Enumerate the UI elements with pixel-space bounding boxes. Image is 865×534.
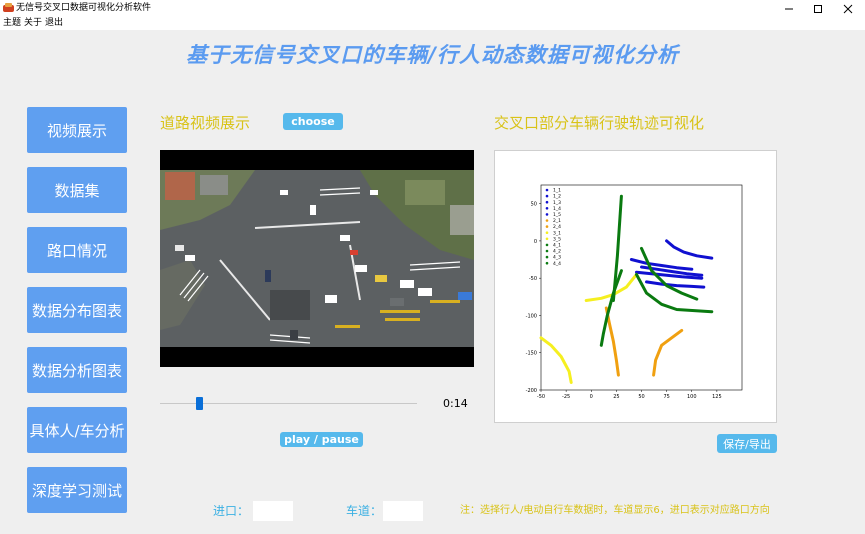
- legend-label-4_1: 4_1: [553, 243, 561, 249]
- legend-marker-4_4: [545, 261, 549, 265]
- play-pause-button[interactable]: play / pause: [280, 432, 363, 447]
- legend-label-4_2: 4_2: [553, 249, 561, 255]
- video-time: 0:14: [443, 397, 468, 410]
- legend-marker-3_5: [545, 237, 549, 241]
- plot-area: [540, 184, 743, 391]
- y-tick-label: 50: [531, 202, 537, 208]
- menu-bar: 主题 关于 退出: [0, 17, 865, 30]
- entry-label: 进口：: [213, 504, 250, 518]
- y-tick-label: -50: [529, 276, 537, 282]
- nav-person-vehicle-button[interactable]: 具体人/车分析: [27, 407, 127, 453]
- close-button[interactable]: [831, 0, 865, 17]
- legend-marker-2_1: [545, 219, 549, 222]
- legend-marker-2_4: [545, 225, 549, 228]
- x-tick-label: 50: [638, 394, 644, 400]
- legend-marker-3_1: [545, 231, 549, 234]
- nav-video-button[interactable]: 视频展示: [27, 107, 127, 153]
- legend-label-2_4: 2_4: [553, 224, 561, 230]
- nav-analysis-chart-button[interactable]: 数据分析图表: [27, 347, 127, 393]
- legend-label-2_1: 2_1: [553, 218, 561, 224]
- intersection-video-frame: [160, 150, 474, 367]
- legend-label-4_4: 4_4: [553, 261, 561, 267]
- legend-label-4_3: 4_3: [553, 255, 561, 261]
- legend-label-1_3: 1_3: [553, 200, 561, 206]
- x-tick-label: 25: [613, 394, 619, 400]
- maximize-button[interactable]: [801, 0, 835, 17]
- maximize-icon: [814, 4, 822, 13]
- legend-marker-1_4: [545, 207, 549, 210]
- x-tick-label: 75: [663, 394, 669, 400]
- title-bar: 无信号交叉口数据可视化分析软件: [0, 0, 865, 17]
- legend-marker-1_2: [545, 194, 549, 198]
- nav-intersection-button[interactable]: 路口情况: [27, 227, 127, 273]
- lane-input[interactable]: [383, 501, 423, 521]
- video-player[interactable]: [160, 150, 474, 367]
- y-tick-label: 0: [534, 239, 537, 245]
- trajectory-section-title: 交叉口部分车辆行驶轨迹可视化: [494, 114, 705, 132]
- legend-marker-1_3: [545, 200, 549, 204]
- minimize-icon: [785, 8, 793, 9]
- legend-marker-1_5: [545, 213, 549, 216]
- menu-exit[interactable]: 退出: [45, 18, 63, 29]
- menu-about[interactable]: 关于: [24, 18, 42, 29]
- page-title: 基于无信号交叉口的车辆/行人动态数据可视化分析: [186, 43, 679, 67]
- legend-label-1_2: 1_2: [553, 194, 561, 200]
- lane-label: 车道：: [346, 504, 383, 518]
- entry-input[interactable]: [253, 501, 293, 521]
- nav-deep-learning-button[interactable]: 深度学习测试: [27, 467, 127, 513]
- x-tick-label: 100: [687, 394, 697, 400]
- x-tick-label: -25: [562, 394, 570, 400]
- window-title: 无信号交叉口数据可视化分析软件: [16, 3, 152, 13]
- app-icon: [3, 3, 14, 12]
- x-tick-label: -50: [537, 394, 545, 400]
- legend-marker-1_1: [545, 188, 549, 192]
- legend-marker-4_2: [545, 249, 549, 253]
- video-progress-handle[interactable]: [195, 397, 203, 410]
- x-tick-label: 125: [712, 394, 722, 400]
- nav-dataset-button[interactable]: 数据集: [27, 167, 127, 213]
- choose-button[interactable]: choose: [283, 113, 343, 130]
- y-tick-label: -100: [526, 313, 537, 319]
- legend-label-3_5: 3_5: [553, 236, 561, 242]
- export-button[interactable]: 保存/导出: [717, 434, 777, 453]
- legend-label-1_4: 1_4: [553, 206, 561, 212]
- menu-theme[interactable]: 主题: [3, 18, 21, 29]
- close-icon: [843, 4, 853, 13]
- legend-marker-4_3: [545, 255, 549, 259]
- video-section-title: 道路视频展示: [160, 114, 251, 132]
- trajectory-chart: -50 -25 0 25 50 75 100 125 50 0 -50 -100 -150 -200 1_1…: [526, 184, 743, 400]
- y-tick-label: -200: [526, 388, 537, 394]
- y-tick-label: -150: [526, 351, 537, 357]
- legend-label-3_1: 3_1: [553, 230, 561, 236]
- x-tick-label: 0: [590, 394, 593, 400]
- legend-label-1_1: 1_1: [553, 188, 561, 194]
- nav-distribution-chart-button[interactable]: 数据分布图表: [27, 287, 127, 333]
- footer-note: 注：选择行人/电动自行车数据时，车道显示6，进口表示对应路口方向: [460, 505, 770, 516]
- legend-label-1_5: 1_5: [553, 212, 561, 218]
- legend-marker-4_1: [545, 243, 549, 247]
- trajectory-plot: -50 -25 0 25 50 75 100 125 50 0 -50 -100 -150 -200 1_1…: [494, 150, 777, 423]
